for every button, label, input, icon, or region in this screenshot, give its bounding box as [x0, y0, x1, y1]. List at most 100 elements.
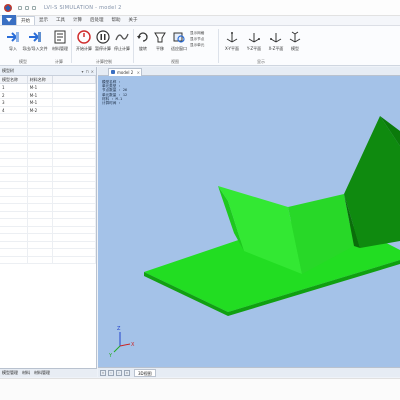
tab-model-manage[interactable]: 模型管理 [2, 370, 18, 376]
pan-button[interactable]: 平移 [151, 28, 169, 56]
menu-post[interactable]: 后处理 [86, 16, 108, 25]
rotate-label: 旋转 [139, 46, 147, 51]
panel-title: 模型树 [2, 68, 14, 73]
row-material: M-2 [28, 106, 54, 113]
title-bar: LVI-S SIMULATION - model 2 [0, 0, 400, 16]
material-button[interactable]: 材料管理 [49, 28, 71, 56]
next-tab-icon[interactable]: › [116, 369, 122, 376]
quick-access-toolbar [18, 5, 36, 10]
column-material-name[interactable]: 材料名称 [28, 76, 54, 83]
model-view-button[interactable]: 模型 [286, 28, 304, 56]
table-row-empty [0, 196, 96, 204]
axis-x-label: X [131, 342, 135, 348]
table-row[interactable]: 4 M-2 [0, 106, 96, 114]
xy-plane-icon [225, 30, 239, 44]
ribbon-separator [71, 29, 72, 63]
table-row-empty [0, 189, 96, 197]
axis-y-label: Y [108, 353, 113, 359]
panel-pin-icon[interactable]: ⊓ [86, 69, 89, 74]
fit-icon [172, 30, 186, 44]
row-id: 3 [0, 99, 28, 106]
menu-display[interactable]: 显示 [35, 16, 52, 25]
file-menu-button[interactable] [2, 15, 16, 25]
xz-plane-label: X-Z平面 [268, 46, 284, 51]
axis-x-line [119, 343, 131, 347]
rotate-button[interactable]: 旋转 [134, 28, 152, 56]
window-title: LVI-S SIMULATION - model 2 [44, 4, 122, 11]
table-row-empty [0, 234, 96, 242]
panel-close-icon[interactable]: × [91, 69, 94, 74]
menu-about[interactable]: 关于 [125, 16, 142, 25]
quick-save-icon[interactable] [18, 5, 22, 10]
table-row-empty [0, 241, 96, 249]
axis-y-line [113, 345, 121, 353]
menu-tools[interactable]: 工具 [52, 16, 69, 25]
row-extra [53, 99, 96, 106]
ribbon-separator [218, 29, 219, 63]
model-tree-panel: 模型树 ▾ ⊓ × 模型名称 材料名称 1 M-1 2 M-1 3 M-1 4 … [0, 67, 97, 377]
export-button[interactable]: 导出/导入文件 [22, 28, 48, 56]
app-window: LVI-S SIMULATION - model 2 开始 显示 工具 计算 后… [0, 0, 400, 400]
row-material: M-1 [28, 99, 54, 106]
panel-menu-icon[interactable]: ▾ [82, 69, 84, 74]
table-row[interactable]: 2 M-1 [0, 91, 96, 99]
export-arrow-icon [28, 30, 42, 44]
table-row-empty [0, 166, 96, 174]
row-id: 1 [0, 84, 28, 91]
quick-redo-icon[interactable] [32, 5, 36, 10]
table-row[interactable]: 3 M-1 [0, 99, 96, 107]
tab-3d-view[interactable]: 3D视图 [134, 368, 156, 377]
axis-z-label: Z [117, 326, 121, 332]
document-tab[interactable]: model 2 × [108, 68, 142, 76]
left-panel-tabs: 模型管理 材料 材料管理 [0, 368, 97, 377]
menu-help[interactable]: 帮助 [108, 16, 125, 25]
status-bar [0, 378, 400, 400]
model-render: Z X Y [108, 116, 400, 359]
panel-controls: ▾ ⊓ × [82, 69, 95, 74]
fit-window-button[interactable]: 适应窗口 [168, 28, 190, 56]
menu-start[interactable]: 开始 [16, 16, 35, 25]
pause-icon [96, 30, 110, 44]
table-row-empty [0, 114, 96, 122]
yz-plane-button[interactable]: Y-Z平面 [242, 28, 266, 56]
table-row-empty [0, 144, 96, 152]
pan-label: 平移 [156, 46, 164, 51]
xy-plane-button[interactable]: X-Y平面 [220, 28, 244, 56]
xz-plane-icon [269, 30, 283, 44]
column-model-name[interactable]: 模型名称 [0, 76, 28, 83]
3d-viewport[interactable]: 模型名称 : 单元类型 : 节点数量 : 26 单元数量 : 12 材料 : M… [98, 76, 400, 367]
last-tab-icon[interactable]: » [124, 369, 130, 376]
tab-material[interactable]: 材料 [22, 370, 30, 376]
group-label-view: 视图 [171, 59, 179, 64]
xz-plane-button[interactable]: X-Z平面 [264, 28, 288, 56]
row-material: M-1 [28, 84, 54, 91]
table-row[interactable]: 1 M-1 [0, 84, 96, 92]
view-option-elements[interactable]: 显示单元 [190, 42, 204, 48]
group-label-model: 模型 [19, 59, 27, 64]
document-tab-label: model 2 [117, 70, 134, 75]
stop-wave-icon [115, 30, 129, 44]
row-extra [53, 106, 96, 113]
column-extra[interactable] [53, 76, 96, 83]
stop-calc-button[interactable]: 停止计算 [111, 28, 133, 56]
prev-tab-icon[interactable]: ‹ [108, 369, 114, 376]
menu-calc[interactable]: 计算 [69, 16, 86, 25]
yz-plane-icon [247, 30, 261, 44]
quick-undo-icon[interactable] [25, 5, 29, 10]
fit-window-label: 适应窗口 [171, 46, 187, 51]
table-row-empty [0, 219, 96, 227]
row-material: M-1 [28, 91, 54, 98]
model-view-label: 模型 [291, 46, 299, 51]
table-row-empty [0, 226, 96, 234]
first-tab-icon[interactable]: « [100, 369, 106, 376]
start-calc-icon [77, 30, 91, 44]
table-row-empty [0, 136, 96, 144]
close-tab-icon[interactable]: × [137, 69, 140, 76]
stop-calc-label: 停止计算 [114, 46, 130, 51]
menu-bar: 开始 显示 工具 计算 后处理 帮助 关于 [0, 15, 400, 26]
panel-header: 模型树 ▾ ⊓ × [0, 67, 96, 76]
import-button[interactable]: 导入 [2, 28, 24, 56]
axis-triad: Z X Y [108, 326, 135, 359]
tab-material-manage[interactable]: 材料管理 [34, 370, 50, 376]
import-label: 导入 [9, 46, 17, 51]
